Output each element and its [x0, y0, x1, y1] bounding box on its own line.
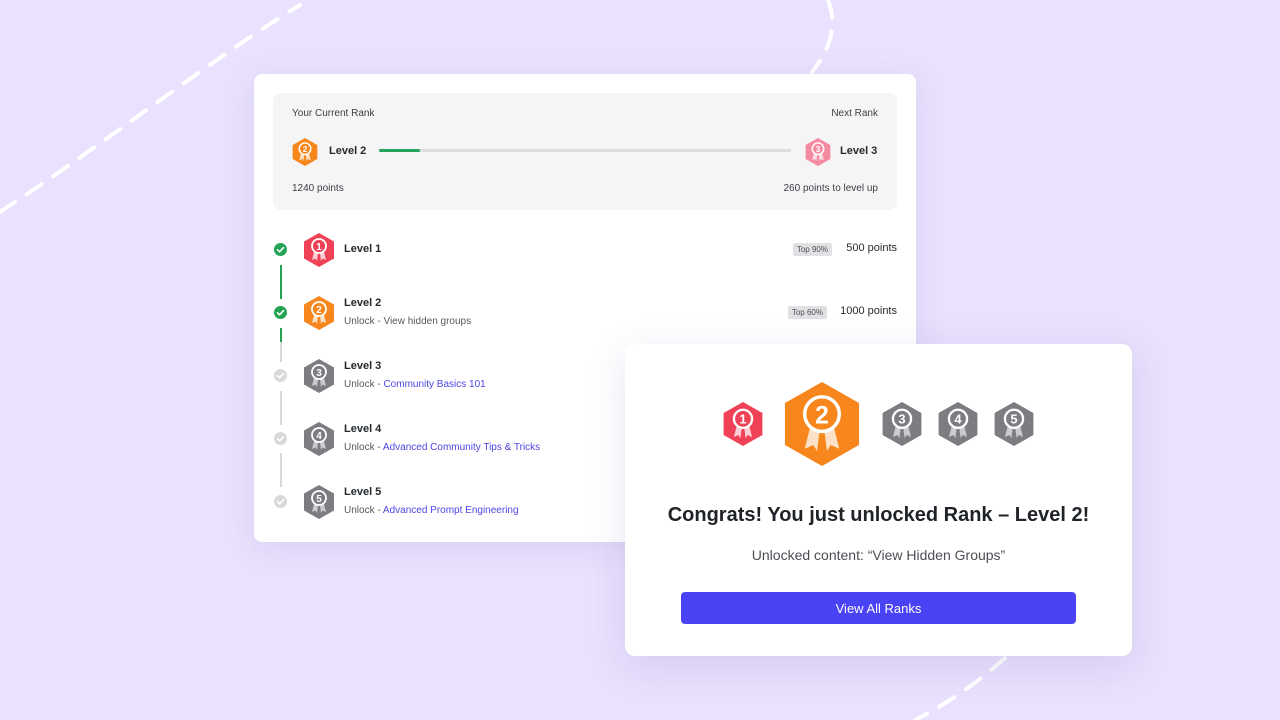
check-icon	[274, 369, 287, 382]
level-row-2[interactable]: 2 Level 2 Unlock - View hidden groups To…	[254, 287, 916, 337]
svg-text:2: 2	[815, 403, 829, 430]
level-unlock-text: Unlock - Advanced Community Tips & Trick…	[344, 442, 540, 453]
level-2-badge-icon: 2	[291, 137, 319, 167]
unlock-content-link[interactable]: Community Basics 101	[383, 379, 485, 390]
level-2-badge-icon: 2	[302, 295, 336, 331]
svg-text:2: 2	[316, 305, 322, 316]
next-rank-label: Next Rank	[831, 108, 878, 119]
level-title: Level 3	[344, 360, 382, 372]
current-rank-panel: Your Current Rank Next Rank 2 Level 2 3 …	[273, 93, 897, 210]
unlock-prefix: Unlock -	[344, 316, 384, 327]
svg-text:3: 3	[898, 412, 905, 427]
level-2-badge-icon: 2	[780, 379, 864, 474]
unlock-prefix: Unlock -	[344, 442, 383, 453]
view-all-ranks-button[interactable]: View All Ranks	[681, 592, 1076, 624]
level-5-badge-icon: 5	[302, 484, 336, 520]
check-icon	[274, 432, 287, 445]
unlock-content-link[interactable]: Advanced Community Tips & Tricks	[383, 442, 540, 453]
rank-progress-bar	[379, 149, 791, 152]
dialog-title: Congrats! You just unlocked Rank – Level…	[667, 504, 1090, 526]
level-title: Level 1	[344, 243, 382, 255]
next-level-label: Level 3	[840, 145, 878, 157]
rank-unlocked-dialog: 1 2 3 4 5 Congrats! You just unlocked Ra…	[625, 344, 1132, 656]
svg-text:5: 5	[316, 494, 322, 505]
level-title: Level 4	[344, 423, 382, 435]
svg-text:1: 1	[316, 242, 322, 253]
current-rank-label: Your Current Rank	[292, 108, 375, 119]
level-3-badge-icon: 3	[302, 358, 336, 394]
level-4-badge-icon: 4	[936, 400, 980, 453]
level-3-badge-icon: 3	[880, 400, 924, 453]
level-5-badge-icon: 5	[992, 400, 1036, 453]
unlock-prefix: Unlock -	[344, 379, 384, 390]
rank-progress-fill	[379, 149, 421, 152]
level-1-badge-icon: 1	[302, 232, 336, 268]
level-1-badge-icon: 1	[721, 400, 765, 453]
svg-text:4: 4	[316, 431, 322, 442]
svg-text:3: 3	[816, 145, 821, 154]
svg-text:1: 1	[739, 412, 746, 427]
unlock-prefix: Unlock -	[344, 505, 383, 516]
level-4-badge-icon: 4	[302, 421, 336, 457]
svg-text:4: 4	[954, 412, 962, 427]
check-icon	[274, 243, 287, 256]
top-percentile-badge: Top 90%	[792, 243, 832, 256]
level-3-badge-icon: 3	[804, 137, 832, 167]
level-unlock-text: Unlock - View hidden groups	[344, 316, 471, 327]
level-unlock-text: Unlock - Community Basics 101	[344, 379, 486, 390]
current-points: 1240 points	[292, 183, 344, 194]
unlock-content-link[interactable]: Advanced Prompt Engineering	[383, 505, 519, 516]
level-row-1[interactable]: 1 Level 1 Top 90% 500 points	[254, 224, 916, 274]
level-points: 500 points	[846, 242, 897, 254]
check-icon	[274, 306, 287, 319]
points-to-level-up: 260 points to level up	[783, 183, 878, 194]
level-title: Level 2	[344, 297, 382, 309]
top-percentile-badge: Top 60%	[787, 306, 827, 319]
level-unlock-text: Unlock - Advanced Prompt Engineering	[344, 505, 519, 516]
level-title: Level 5	[344, 486, 382, 498]
current-level-label: Level 2	[329, 145, 367, 157]
unlock-content: View hidden groups	[383, 316, 472, 327]
dialog-subtitle: Unlocked content: “View Hidden Groups”	[751, 547, 1006, 563]
svg-text:5: 5	[1010, 412, 1017, 427]
svg-text:2: 2	[303, 145, 308, 154]
svg-text:3: 3	[316, 368, 322, 379]
level-points: 1000 points	[840, 305, 897, 317]
check-icon	[274, 495, 287, 508]
